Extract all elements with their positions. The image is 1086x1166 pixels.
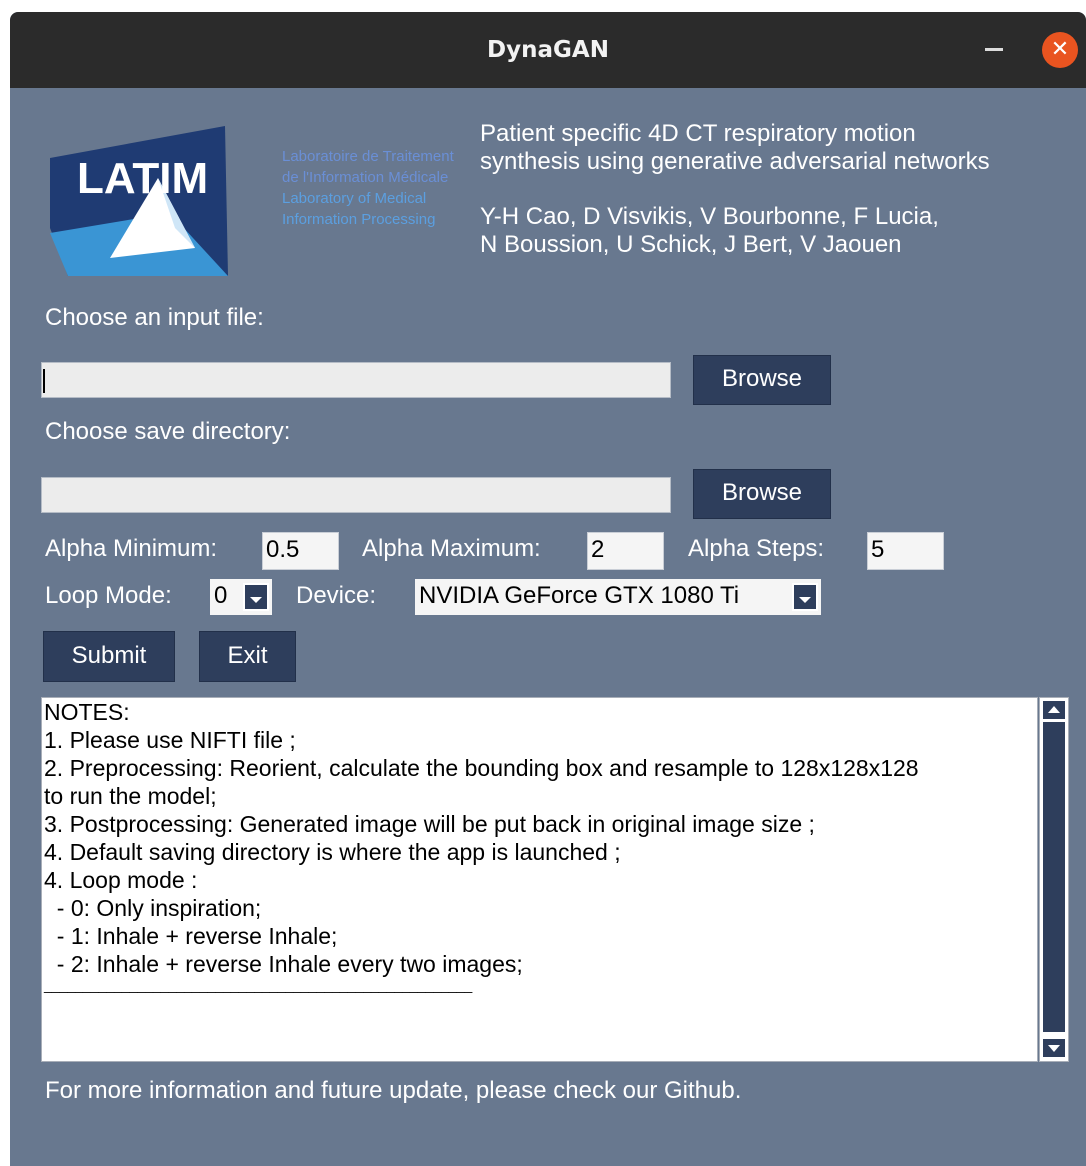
notes-line: - 0: Only inspiration; (44, 895, 262, 921)
notes-line: 3. Postprocessing: Generated image will … (44, 811, 815, 837)
header-authors-line-2: N Boussion, U Schick, J Bert, V Jaouen (480, 231, 902, 258)
save-dir-label: Choose save directory: (45, 418, 291, 445)
notes-divider: ________________________________________… (44, 977, 473, 993)
arrow-down-icon[interactable] (1043, 1039, 1065, 1057)
chevron-down-icon[interactable] (792, 583, 818, 611)
alpha-min-input[interactable]: 0.5 (262, 532, 339, 570)
notes-line: 4. Loop mode : (44, 867, 198, 893)
header-title-line-2: synthesis using generative adversarial n… (480, 148, 990, 175)
alpha-max-input[interactable]: 2 (587, 532, 664, 570)
notes-line: NOTES: (44, 699, 130, 725)
notes-line: to run the model; (44, 783, 217, 809)
scrollbar-thumb[interactable] (1043, 722, 1065, 1032)
device-label: Device: (296, 582, 377, 609)
alpha-steps-input[interactable]: 5 (867, 532, 944, 570)
browse-input-button[interactable]: Browse (693, 355, 831, 405)
notes-textarea[interactable]: NOTES: 1. Please use NIFTI file ; 2. Pre… (41, 697, 1038, 1062)
text-cursor (43, 369, 45, 393)
close-icon[interactable]: ✕ (1042, 32, 1078, 68)
footer-text: For more information and future update, … (45, 1077, 742, 1104)
logo-line-1: Laboratoire de Traitement (282, 148, 454, 165)
alpha-min-label: Alpha Minimum: (45, 535, 218, 562)
minimize-icon[interactable] (985, 48, 1003, 51)
alpha-max-label: Alpha Maximum: (362, 535, 541, 562)
app-window: DynaGAN ✕ LATIM Laboratoire de Traitemen… (10, 12, 1086, 1166)
main-content: LATIM Laboratoire de Traitement de l'Inf… (10, 88, 1086, 1166)
title-bar: DynaGAN ✕ (10, 12, 1086, 88)
window-title: DynaGAN (487, 37, 609, 63)
latim-logo-graphic: LATIM (50, 126, 228, 276)
input-file-label: Choose an input file: (45, 304, 264, 331)
loop-mode-label: Loop Mode: (45, 582, 172, 609)
alpha-steps-label: Alpha Steps: (688, 535, 825, 562)
exit-button[interactable]: Exit (199, 631, 296, 682)
notes-line: - 2: Inhale + reverse Inhale every two i… (44, 951, 523, 977)
latim-logo: LATIM Laboratoire de Traitement de l'Inf… (50, 118, 454, 278)
browse-save-button[interactable]: Browse (693, 469, 831, 519)
header-authors-line-1: Y-H Cao, D Visvikis, V Bourbonne, F Luci… (480, 203, 939, 230)
logo-line-4: Information Processing (282, 211, 436, 228)
loop-mode-value: 0 (214, 582, 228, 609)
notes-line: 2. Preprocessing: Reorient, calculate th… (44, 755, 919, 781)
chevron-down-icon[interactable] (243, 583, 269, 611)
logo-acronym: LATIM (77, 154, 208, 203)
device-value: NVIDIA GeForce GTX 1080 Ti (419, 582, 740, 609)
input-file-field[interactable] (41, 362, 671, 398)
device-select[interactable]: NVIDIA GeForce GTX 1080 Ti (415, 579, 821, 615)
header-title-line-1: Patient specific 4D CT respiratory motio… (480, 120, 916, 147)
logo-line-3: Laboratory of Medical (282, 190, 427, 207)
logo-line-2: de l'Information Médicale (282, 169, 449, 186)
submit-button[interactable]: Submit (43, 631, 175, 682)
notes-scrollbar[interactable] (1039, 697, 1069, 1062)
notes-line: - 1: Inhale + reverse Inhale; (44, 923, 338, 949)
save-dir-value (42, 480, 45, 507)
arrow-up-icon[interactable] (1043, 701, 1065, 719)
notes-line: 1. Please use NIFTI file ; (44, 727, 296, 753)
loop-mode-select[interactable]: 0 (210, 579, 272, 615)
notes-line: 4. Default saving directory is where the… (44, 839, 621, 865)
save-dir-field[interactable] (41, 477, 671, 513)
